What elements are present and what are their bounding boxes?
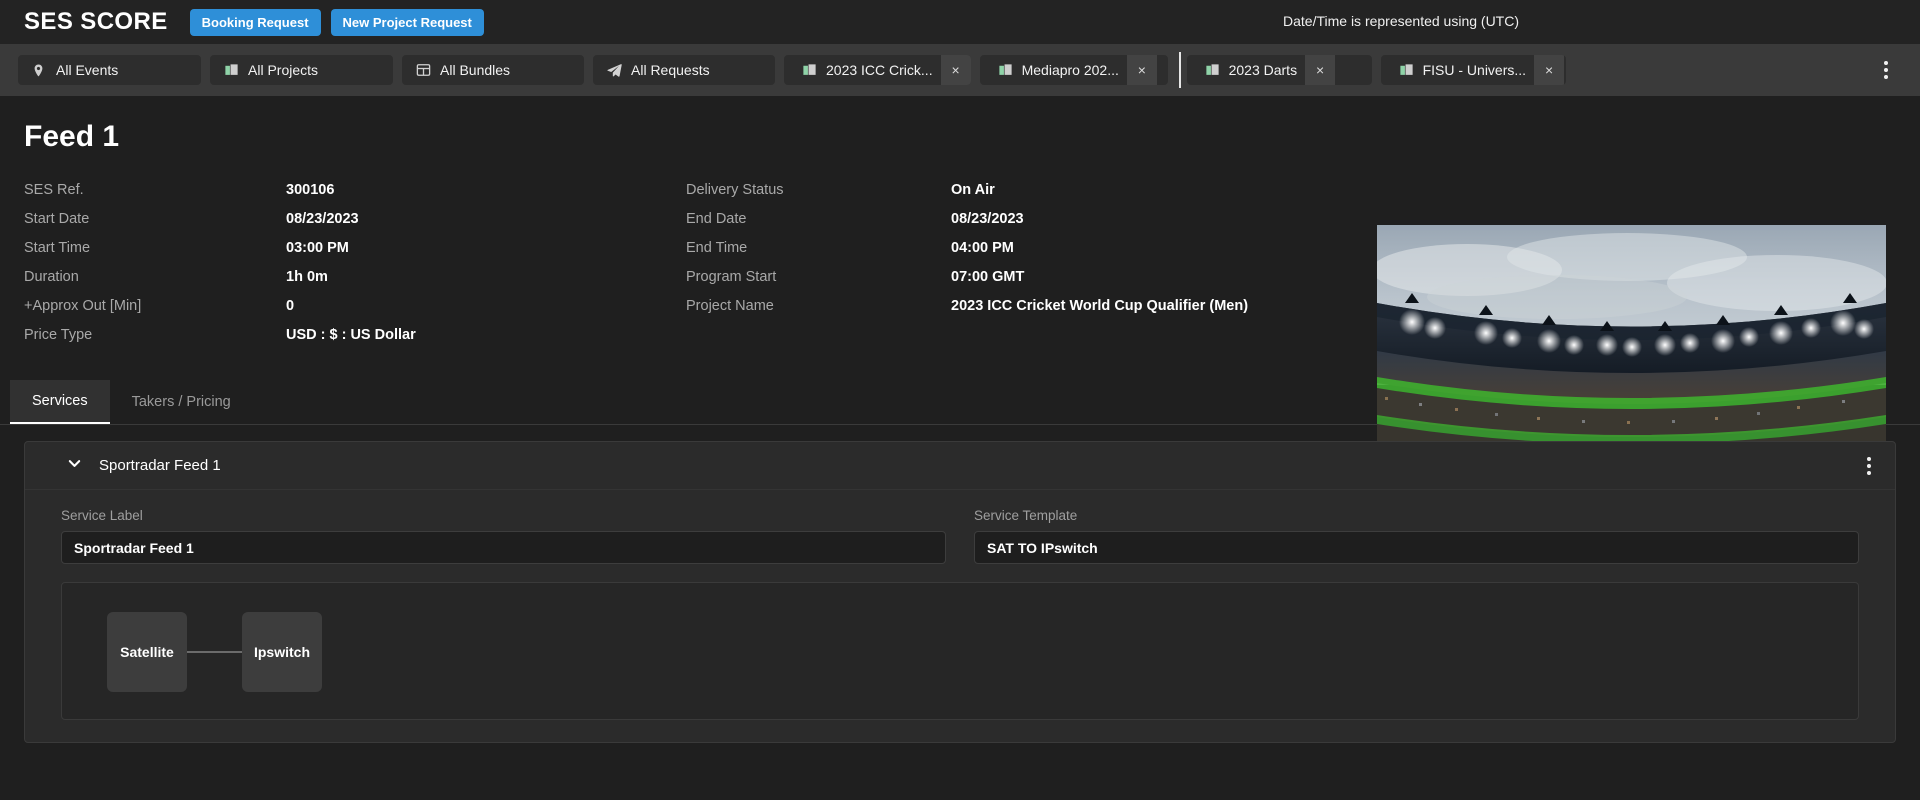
field-label-project-name: Project Name [686,298,774,314]
field-label-approx-out: +Approx Out [Min] [24,298,142,314]
app-header: SES SCORE Booking Request New Project Re… [0,0,1920,44]
field-value-start-time: 03:00 PM [286,240,349,256]
nav-tab-label: FISU - Univers... [1422,62,1527,78]
kebab-dot [1867,463,1871,468]
kebab-dot [1884,68,1888,72]
field-label-end-date: End Date [686,211,747,227]
nav-tab-label: Mediapro 202... [1021,62,1119,78]
service-label-group: Service Label Sportradar Feed 1 [61,508,946,564]
service-form-row: Service Label Sportradar Feed 1 Service … [61,508,1859,564]
nav-tab-all-bundles[interactable]: All Bundles [402,55,584,85]
service-template-group: Service Template SAT TO IPswitch [974,508,1859,564]
field-label-ses-ref: SES Ref. [24,182,84,198]
new-project-request-button[interactable]: New Project Request [330,8,484,36]
nav-tab-all-projects[interactable]: All Projects [210,55,393,85]
field-value-end-date: 08/23/2023 [951,211,1024,227]
diagram-node-ipswitch[interactable]: Ipswitch [242,612,322,692]
field-spacer [951,321,1431,350]
tab-services[interactable]: Services [10,380,110,424]
field-value-delivery-status: On Air [951,182,995,198]
nav-tab-label: 2023 Darts [1228,62,1298,78]
service-title: Sportradar Feed 1 [99,457,221,474]
booking-request-button[interactable]: Booking Request [189,8,321,36]
field-label-program-start: Program Start [686,269,777,285]
paper-plane-icon [607,63,622,78]
field-value-end-time: 04:00 PM [951,240,1014,256]
services-panel: Sportradar Feed 1 Service Label Sportrad… [0,425,1920,743]
building-icon [998,63,1013,78]
field-value-start-date: 08/23/2023 [286,211,359,227]
service-label-input[interactable]: Sportradar Feed 1 [61,531,946,564]
kebab-dot [1884,61,1888,65]
diagram-node-satellite[interactable]: Satellite [107,612,187,692]
page-title: Feed 1 [24,120,120,153]
nav-tab-2023-icc-cricket[interactable]: 2023 ICC Crick... × [784,55,971,85]
service-card: Sportradar Feed 1 Service Label Sportrad… [24,441,1896,743]
nav-tab-close-icon[interactable]: × [1534,55,1565,85]
nav-tab-close-icon[interactable]: × [940,55,971,85]
service-label-caption: Service Label [61,508,143,523]
service-diagram-canvas[interactable]: Satellite Ipswitch [61,582,1859,720]
building-icon [1399,63,1414,78]
field-label-start-time: Start Time [24,240,91,256]
field-label-price-type: Price Type [24,327,93,343]
field-value-project-name: 2023 ICC Cricket World Cup Qualifier (Me… [951,298,1249,314]
kebab-menu-icon[interactable] [1861,450,1877,482]
kebab-dot [1884,75,1888,79]
field-label-end-time: End Time [686,240,748,256]
building-icon [224,63,239,78]
diagram-edge [187,651,242,653]
nav-tab-label: All Bundles [440,62,511,78]
nav-tab-all-events[interactable]: All Events [18,55,201,85]
detail-section: Feed 1 SES Ref. 300106 Delivery Status O… [0,96,1920,506]
nav-tab-label: 2023 ICC Crick... [826,62,933,78]
service-card-header: Sportradar Feed 1 [25,442,1895,490]
nav-tab-fisu[interactable]: FISU - Univers... × [1380,55,1566,85]
kebab-dot [1867,470,1871,475]
timezone-note: Date/Time is represented using (UTC) [1283,13,1520,29]
field-value-ses-ref: 300106 [286,182,335,198]
nav-tab-mediapro[interactable]: Mediapro 202... × [979,55,1168,85]
nav-tab-label: All Events [56,62,119,78]
building-icon [1205,63,1220,78]
app-logo: SES SCORE [24,8,168,35]
building-icon [802,63,817,78]
nav-tab-2023-darts[interactable]: 2023 Darts × [1186,55,1372,85]
bundle-icon [416,63,431,78]
field-label-start-date: Start Date [24,211,90,227]
nav-tab-list: All Events All Projects All Bundles All … [18,52,1575,88]
kebab-menu-icon[interactable] [1878,54,1894,86]
tab-takers-pricing[interactable]: Takers / Pricing [110,380,253,424]
nav-tab-separator [1178,52,1181,88]
field-value-program-start: 07:00 GMT [951,269,1025,285]
field-value-duration: 1h 0m [286,269,328,285]
field-label-duration: Duration [24,269,79,285]
field-spacer [686,321,951,350]
nav-tab-all-requests[interactable]: All Requests [593,55,775,85]
service-card-body: Service Label Sportradar Feed 1 Service … [25,490,1895,720]
nav-tab-close-icon[interactable]: × [1126,55,1157,85]
field-label-delivery-status: Delivery Status [686,182,784,198]
service-template-input[interactable]: SAT TO IPswitch [974,531,1859,564]
field-value-price-type: USD : $ : US Dollar [286,327,416,343]
nav-tab-close-icon[interactable]: × [1305,55,1336,85]
field-value-approx-out: 0 [286,298,295,314]
location-pin-icon [32,63,47,78]
nav-tab-strip: All Events All Projects All Bundles All … [0,44,1920,96]
service-template-caption: Service Template [974,508,1078,523]
chevron-down-icon[interactable] [67,456,82,476]
nav-tab-label: All Requests [631,62,710,78]
kebab-dot [1867,456,1871,461]
nav-tab-label: All Projects [248,62,319,78]
